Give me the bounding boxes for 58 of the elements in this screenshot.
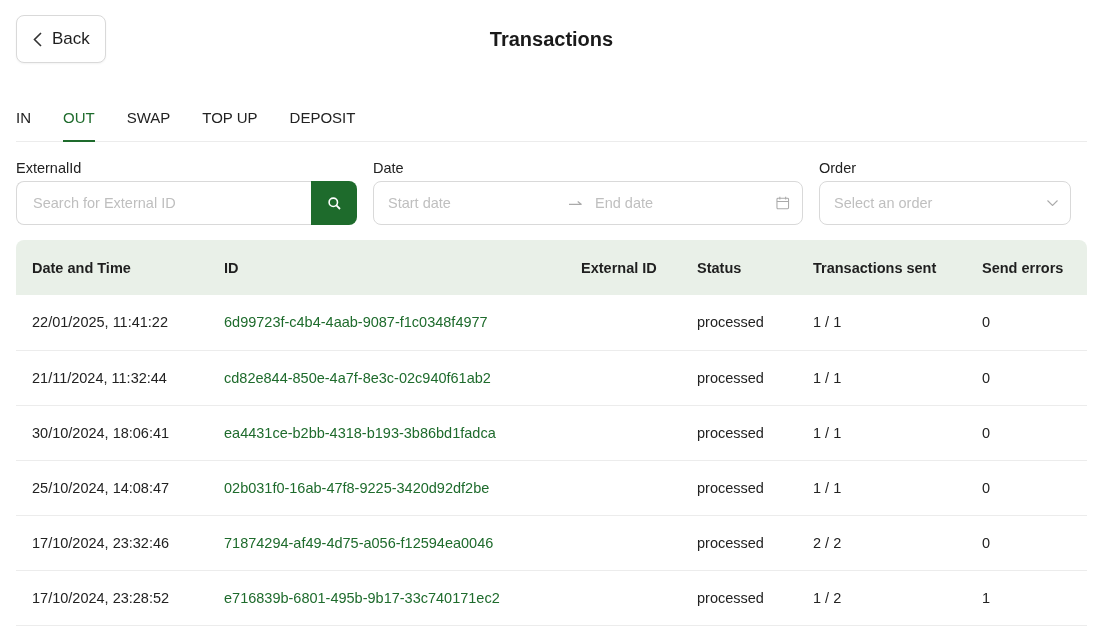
transactions-sent-cell: 2 / 2 xyxy=(797,515,966,570)
status-cell: processed xyxy=(681,570,797,625)
chevron-down-icon xyxy=(1047,200,1058,206)
date-range-field[interactable]: Start date End date xyxy=(373,181,803,225)
field-label: Date xyxy=(373,160,405,177)
send-errors-cell: 0 xyxy=(966,350,1087,405)
column-header: Date and Time xyxy=(16,240,208,295)
back-button[interactable]: Back xyxy=(16,15,106,63)
send-errors-cell: 0 xyxy=(966,295,1087,350)
date-time-cell: 30/10/2024, 18:06:41 xyxy=(16,405,208,460)
arrow-right-icon xyxy=(569,200,583,206)
search-field[interactable]: Search for External ID xyxy=(16,181,311,225)
tab[interactable]: DEPOSIT xyxy=(289,94,356,142)
column-header: ID xyxy=(208,240,565,295)
transactions-sent-cell: 1 / 1 xyxy=(797,405,966,460)
status-cell: processed xyxy=(681,515,797,570)
transactions-sent-cell: 1 / 2 xyxy=(797,570,966,625)
field-label: Order xyxy=(819,160,858,177)
tab[interactable]: SWAP xyxy=(126,94,171,142)
transaction-id-link[interactable]: 6d99723f-c4b4-4aab-9087-f1c0348f4977 xyxy=(224,314,488,331)
tab[interactable]: IN xyxy=(16,94,31,142)
transaction-id-link[interactable]: e716839b-6801-495b-9b17-33c740171ec2 xyxy=(224,589,500,606)
status-cell: processed xyxy=(681,350,797,405)
date-time-cell: 17/10/2024, 23:28:52 xyxy=(16,570,208,625)
column-header: Transactions sent xyxy=(797,240,966,295)
status-cell: processed xyxy=(681,295,797,350)
page-title: Transactions xyxy=(489,27,614,51)
transaction-id-link[interactable]: cd82e844-850e-4a7f-8e3c-02c940f61ab2 xyxy=(224,369,491,386)
transactions-sent-cell: 1 / 1 xyxy=(797,350,966,405)
column-header: Send errors xyxy=(966,240,1087,295)
end-date-input[interactable]: End date xyxy=(593,194,777,212)
tab[interactable]: TOP UP xyxy=(202,94,258,142)
search-button[interactable] xyxy=(311,181,357,225)
column-header: Status xyxy=(681,240,797,295)
column-header: External ID xyxy=(565,240,681,295)
search-icon xyxy=(327,196,341,210)
status-cell: processed xyxy=(681,460,797,515)
order-select[interactable]: Select an order xyxy=(819,181,1071,225)
date-time-cell: 17/10/2024, 23:32:46 xyxy=(16,515,208,570)
order-input[interactable]: Select an order xyxy=(832,194,1047,212)
tab[interactable]: OUT xyxy=(63,94,95,142)
date-time-cell: 25/10/2024, 14:08:47 xyxy=(16,460,208,515)
transaction-id-link[interactable]: 71874294-af49-4d75-a056-f12594ea0046 xyxy=(224,534,494,551)
date-time-cell: 21/11/2024, 11:32:44 xyxy=(16,350,208,405)
send-errors-cell: 1 xyxy=(966,570,1087,625)
send-errors-cell: 0 xyxy=(966,405,1087,460)
send-errors-cell: 0 xyxy=(966,460,1087,515)
transactions-sent-cell: 1 / 1 xyxy=(797,295,966,350)
chevron-left-icon xyxy=(33,31,42,47)
calendar-icon xyxy=(776,196,790,210)
date-time-cell: 22/01/2025, 11:41:22 xyxy=(16,295,208,350)
start-date-input[interactable]: Start date xyxy=(386,194,570,212)
field-label: ExternalId xyxy=(16,160,83,177)
send-errors-cell: 0 xyxy=(966,515,1087,570)
status-cell: processed xyxy=(681,405,797,460)
transaction-id-link[interactable]: ea4431ce-b2bb-4318-b193-3b86bd1fadca xyxy=(224,424,496,441)
transactions-sent-cell: 1 / 1 xyxy=(797,460,966,515)
transaction-id-link[interactable]: 02b031f0-16ab-47f8-9225-3420d92df2be xyxy=(224,479,490,496)
